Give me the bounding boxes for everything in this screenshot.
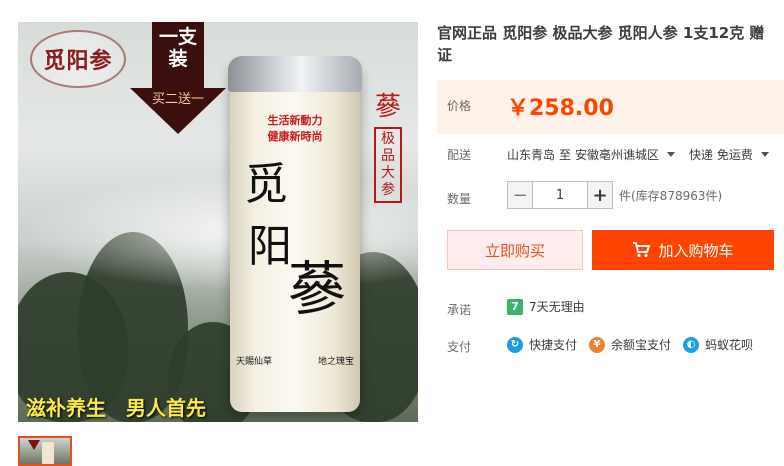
promise-label: 承诺: [447, 303, 472, 317]
quantity-stepper: − + 件(库存878963件): [507, 181, 722, 209]
shipping-destination-select[interactable]: 安徽亳州谯城区: [575, 146, 659, 163]
product-can: 生活新動力 健康新時尚 觅 阳 蔘 天賜仙草 地之瑰宝: [228, 56, 362, 412]
shipping-origin: 山东青岛: [507, 148, 556, 162]
quantity-input[interactable]: [533, 181, 587, 209]
can-bottom-text: 天賜仙草 地之瑰宝: [230, 354, 360, 367]
product-main-image[interactable]: 觅阳参 一支装 买二送一 生活新動力 健康新時尚 觅 阳 蔘 天賜仙草 地之瑰宝…: [18, 22, 418, 422]
add-to-cart-button[interactable]: 加入购物车: [592, 230, 774, 270]
can-slogan: 健康新時尚: [267, 130, 323, 143]
brand-seal-text: 觅阳参: [43, 48, 113, 74]
yuebao-icon: ¥: [589, 336, 606, 353]
price-value: ￥258.00: [507, 96, 614, 121]
calligraphy-char: 蔘: [288, 255, 347, 323]
payment-label: 支付: [447, 340, 472, 354]
payment-method-label: 蚂蚁花呗: [705, 338, 754, 352]
thumb-arrow-shape: [28, 440, 40, 450]
can-calligraphy: 觅 阳 蔘: [240, 154, 350, 320]
shipping-label: 配送: [447, 148, 472, 162]
shipping-row: 山东青岛 至 安徽亳州谯城区 快递 免运费: [507, 146, 779, 163]
promo-buy-two-get-one: 买二送一: [151, 92, 204, 107]
shipping-to: 至: [559, 148, 572, 162]
shipping-method-select[interactable]: 快递 免运费: [689, 146, 753, 163]
can-slogan: 生活新動力: [267, 114, 323, 127]
payment-method-label: 快捷支付: [529, 338, 578, 352]
cart-icon: [633, 242, 651, 258]
side-big-char: 蔘: [374, 92, 401, 122]
price-label: 价格: [447, 99, 472, 113]
product-thumbnail[interactable]: [18, 436, 72, 466]
can-lid: [228, 56, 362, 92]
promise-row: 7 7天无理由: [507, 298, 585, 315]
product-title-line1: 官网正品 觅阳参 极品大参 觅阳人参 1支12克 赠: [437, 24, 765, 42]
payment-method[interactable]: ¥ 余额宝支付: [589, 336, 671, 353]
chevron-down-icon[interactable]: [667, 152, 676, 157]
payment-methods: ↻ 快捷支付 ¥ 余额宝支付 ◐ 蚂蚁花呗: [507, 336, 765, 353]
can-bottom-left: 天賜仙草: [236, 357, 273, 367]
promise-text[interactable]: 7天无理由: [529, 298, 585, 315]
payment-method-label: 余额宝支付: [611, 338, 672, 352]
thumb-can-shape: [42, 442, 54, 464]
huabei-icon: ◐: [683, 336, 700, 353]
quantity-decrease-button[interactable]: −: [507, 181, 533, 209]
bottom-slogan-right: 男人首先: [126, 396, 206, 420]
payment-method[interactable]: ↻ 快捷支付: [507, 336, 577, 353]
quick-pay-icon: ↻: [507, 336, 523, 353]
chevron-down-icon[interactable]: [760, 152, 769, 157]
add-to-cart-label: 加入购物车: [658, 241, 734, 260]
buy-now-button[interactable]: 立即购买: [447, 230, 583, 270]
stock-count: 件(库存878963件): [619, 188, 723, 203]
quantity-increase-button[interactable]: +: [587, 181, 613, 209]
calligraphy-char: 觅: [244, 159, 288, 210]
product-title-line2: 证: [437, 46, 453, 64]
side-box-text: 极品大参: [374, 127, 402, 203]
payment-method[interactable]: ◐ 蚂蚁花呗: [683, 336, 753, 353]
price-box: 价格 ￥258.00: [437, 80, 784, 134]
promo-single-pack-text: 一支装: [158, 26, 197, 70]
side-label: 蔘 极品大参: [368, 86, 408, 203]
bottom-slogan-left: 滋补养生: [26, 396, 106, 420]
promo-arrow-badge: 一支装 买二送一: [130, 22, 226, 136]
bottom-slogan: 滋补养生 男人首先: [26, 392, 206, 421]
can-bottom-right: 地之瑰宝: [317, 357, 354, 367]
seven-day-return-icon: 7: [507, 298, 523, 315]
quantity-label: 数量: [447, 192, 472, 206]
product-title: 官网正品 觅阳参 极品大参 觅阳人参 1支12克 赠 证: [437, 22, 784, 66]
brand-seal-logo: 觅阳参: [30, 30, 126, 88]
